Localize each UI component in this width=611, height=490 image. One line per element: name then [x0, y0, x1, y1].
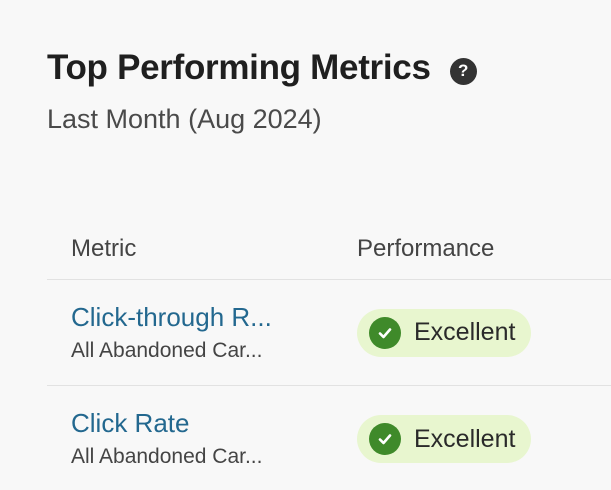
column-header-performance: Performance: [357, 234, 495, 262]
panel-subtitle: Last Month (Aug 2024): [47, 104, 322, 134]
table-row: Click-through R... All Abandoned Car... …: [47, 280, 611, 386]
question-circle-icon[interactable]: ?: [449, 57, 477, 85]
top-performing-metrics-panel: Top Performing Metrics ? Last Month (Aug…: [0, 0, 611, 490]
performance-badge: Excellent: [357, 308, 532, 357]
performance-cell: Excellent: [357, 415, 532, 463]
table-header: Metric Performance: [47, 218, 611, 280]
performance-badge: Excellent: [357, 415, 532, 463]
performance-label: Excellent: [414, 318, 516, 346]
metric-link[interactable]: Click Rate: [71, 408, 357, 438]
check-circle-icon: [369, 423, 401, 455]
metric-link[interactable]: Click-through R...: [71, 302, 357, 332]
metric-cell: Click Rate All Abandoned Car...: [47, 408, 357, 470]
check-circle-icon: [369, 316, 401, 349]
metric-subtext: All Abandoned Car...: [71, 445, 263, 468]
table-row: Click Rate All Abandoned Car... Excellen…: [47, 386, 611, 490]
performance-label: Excellent: [414, 424, 516, 453]
metric-cell: Click-through R... All Abandoned Car...: [47, 302, 357, 364]
metrics-table: Metric Performance Click-through R... Al…: [47, 218, 611, 490]
metric-subtext: All Abandoned Car...: [71, 338, 263, 362]
performance-cell: Excellent: [357, 308, 532, 357]
panel-title: Top Performing Metrics: [47, 48, 431, 87]
column-header-metric: Metric: [71, 234, 137, 262]
title-row: Top Performing Metrics ?: [47, 48, 477, 88]
panel-header: Top Performing Metrics ? Last Month (Aug…: [47, 48, 477, 134]
